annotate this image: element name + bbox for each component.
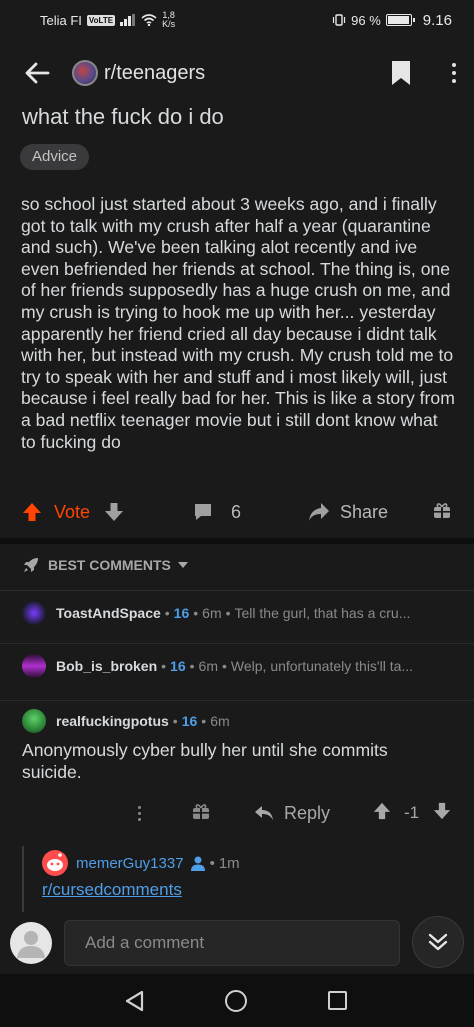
downvote-arrow-icon[interactable] (433, 802, 451, 825)
avatar[interactable] (22, 709, 46, 733)
comment-author[interactable]: ToastAndSpace (56, 605, 161, 621)
net-speed: 1,8 K/s (162, 11, 175, 29)
snoo-avatar-icon[interactable] (42, 850, 68, 876)
carrier-label: Telia FI (40, 12, 82, 28)
comment-time: 6m (198, 657, 218, 674)
comment-score: 16 (181, 713, 198, 729)
post-action-bar: Vote 6 Share (0, 490, 474, 534)
vote-group: Vote (22, 502, 124, 523)
comment-author[interactable]: Bob_is_broken (56, 658, 157, 674)
comment-snippet: Tell the gurl, that has a cru... (234, 604, 411, 621)
collapsed-comment[interactable]: ToastAndSpace • 16 • 6m • Tell the gurl,… (0, 590, 474, 634)
comment-header: realfuckingpotus • 16 • 6m (22, 709, 230, 733)
reply-button[interactable]: Reply (254, 803, 330, 824)
comment-vote-score: -1 (404, 803, 420, 822)
downvote-arrow-icon[interactable] (104, 502, 124, 522)
battery-percent: 96 % (351, 12, 381, 28)
nav-home-icon[interactable] (225, 989, 247, 1012)
comment-sort-selector[interactable]: BEST COMMENTS (22, 552, 188, 578)
subreddit-name[interactable]: r/teenagers (104, 62, 390, 85)
comment-body: Anonymously cyber bully her until she co… (22, 740, 388, 782)
battery-level-fill (387, 16, 409, 24)
volte-badge: VoLTE (86, 14, 116, 26)
nav-back-icon[interactable] (124, 990, 146, 1012)
collapsed-comment[interactable]: Bob_is_broken • 16 • 6m • Welp, unfortun… (0, 643, 474, 687)
comment-score: 16 (170, 657, 186, 674)
reply-header: memerGuy1337 • 1m (42, 850, 240, 876)
double-chevron-down-icon (428, 933, 448, 951)
app-header: r/teenagers (0, 44, 474, 102)
comment-more-icon[interactable] (136, 805, 142, 821)
reply-time: 1m (218, 854, 240, 872)
comment-time: 6m (202, 604, 222, 621)
comment-count: 6 (231, 501, 242, 522)
avatar[interactable] (10, 922, 52, 964)
share-button[interactable]: Share (308, 502, 388, 523)
rocket-icon (24, 558, 38, 572)
reply-arrow-icon (255, 806, 273, 820)
caret-down-icon (177, 562, 188, 568)
signal-icon (120, 14, 136, 26)
nested-reply: memerGuy1337 • 1m r/cursedcomments (22, 846, 474, 916)
comment-time: 6m (210, 713, 230, 729)
sort-label: BEST COMMENTS (48, 557, 171, 573)
clock: 9.16 (422, 11, 452, 29)
vibrate-icon (333, 14, 346, 26)
system-nav-bar (0, 974, 474, 1027)
more-options-icon[interactable] (448, 63, 460, 83)
battery-icon (385, 14, 415, 26)
net-speed-unit: K/s (162, 19, 176, 29)
avatar[interactable] (22, 653, 46, 678)
upvote-arrow-icon[interactable] (22, 502, 42, 522)
comment-bubble-icon (195, 504, 211, 520)
status-bar: Telia FI VoLTE 1,8 K/s 96 % 9.16 (0, 0, 474, 40)
comment-compose-bar (0, 912, 474, 974)
award-gift-icon[interactable] (192, 802, 210, 825)
bookmark-icon[interactable] (390, 60, 412, 86)
post-flair[interactable]: Advice (20, 144, 90, 170)
nav-recents-icon[interactable] (328, 991, 347, 1010)
comment-action-bar: Reply -1 (0, 796, 474, 830)
comment: realfuckingpotus • 16 • 6m Anonymously c… (0, 700, 474, 782)
jump-to-next-comment-button[interactable] (412, 916, 464, 968)
subreddit-avatar[interactable] (72, 60, 98, 86)
section-divider (0, 538, 474, 544)
upvote-arrow-icon[interactable] (373, 802, 391, 825)
comment-author[interactable]: realfuckingpotus (56, 713, 169, 729)
post-body: so school just started about 3 weeks ago… (21, 194, 455, 452)
vote-label[interactable]: Vote (54, 502, 90, 523)
share-label: Share (340, 501, 389, 522)
award-gift-icon[interactable] (433, 501, 451, 524)
reply-label: Reply (284, 802, 331, 823)
add-comment-input[interactable] (64, 920, 400, 966)
share-arrow-icon (309, 503, 329, 521)
subreddit-link[interactable]: r/cursedcomments (42, 880, 182, 900)
post-title: what the fuck do i do (22, 104, 224, 129)
reply-author[interactable]: memerGuy1337 (76, 855, 184, 872)
comment-score: 16 (173, 604, 190, 621)
comment-snippet: Welp, unfortunately this'll ta... (230, 657, 414, 674)
wifi-icon (141, 14, 157, 26)
back-arrow-icon[interactable] (22, 58, 52, 88)
person-icon (190, 856, 205, 871)
avatar[interactable] (22, 600, 46, 625)
comments-button[interactable]: 6 (193, 502, 241, 523)
